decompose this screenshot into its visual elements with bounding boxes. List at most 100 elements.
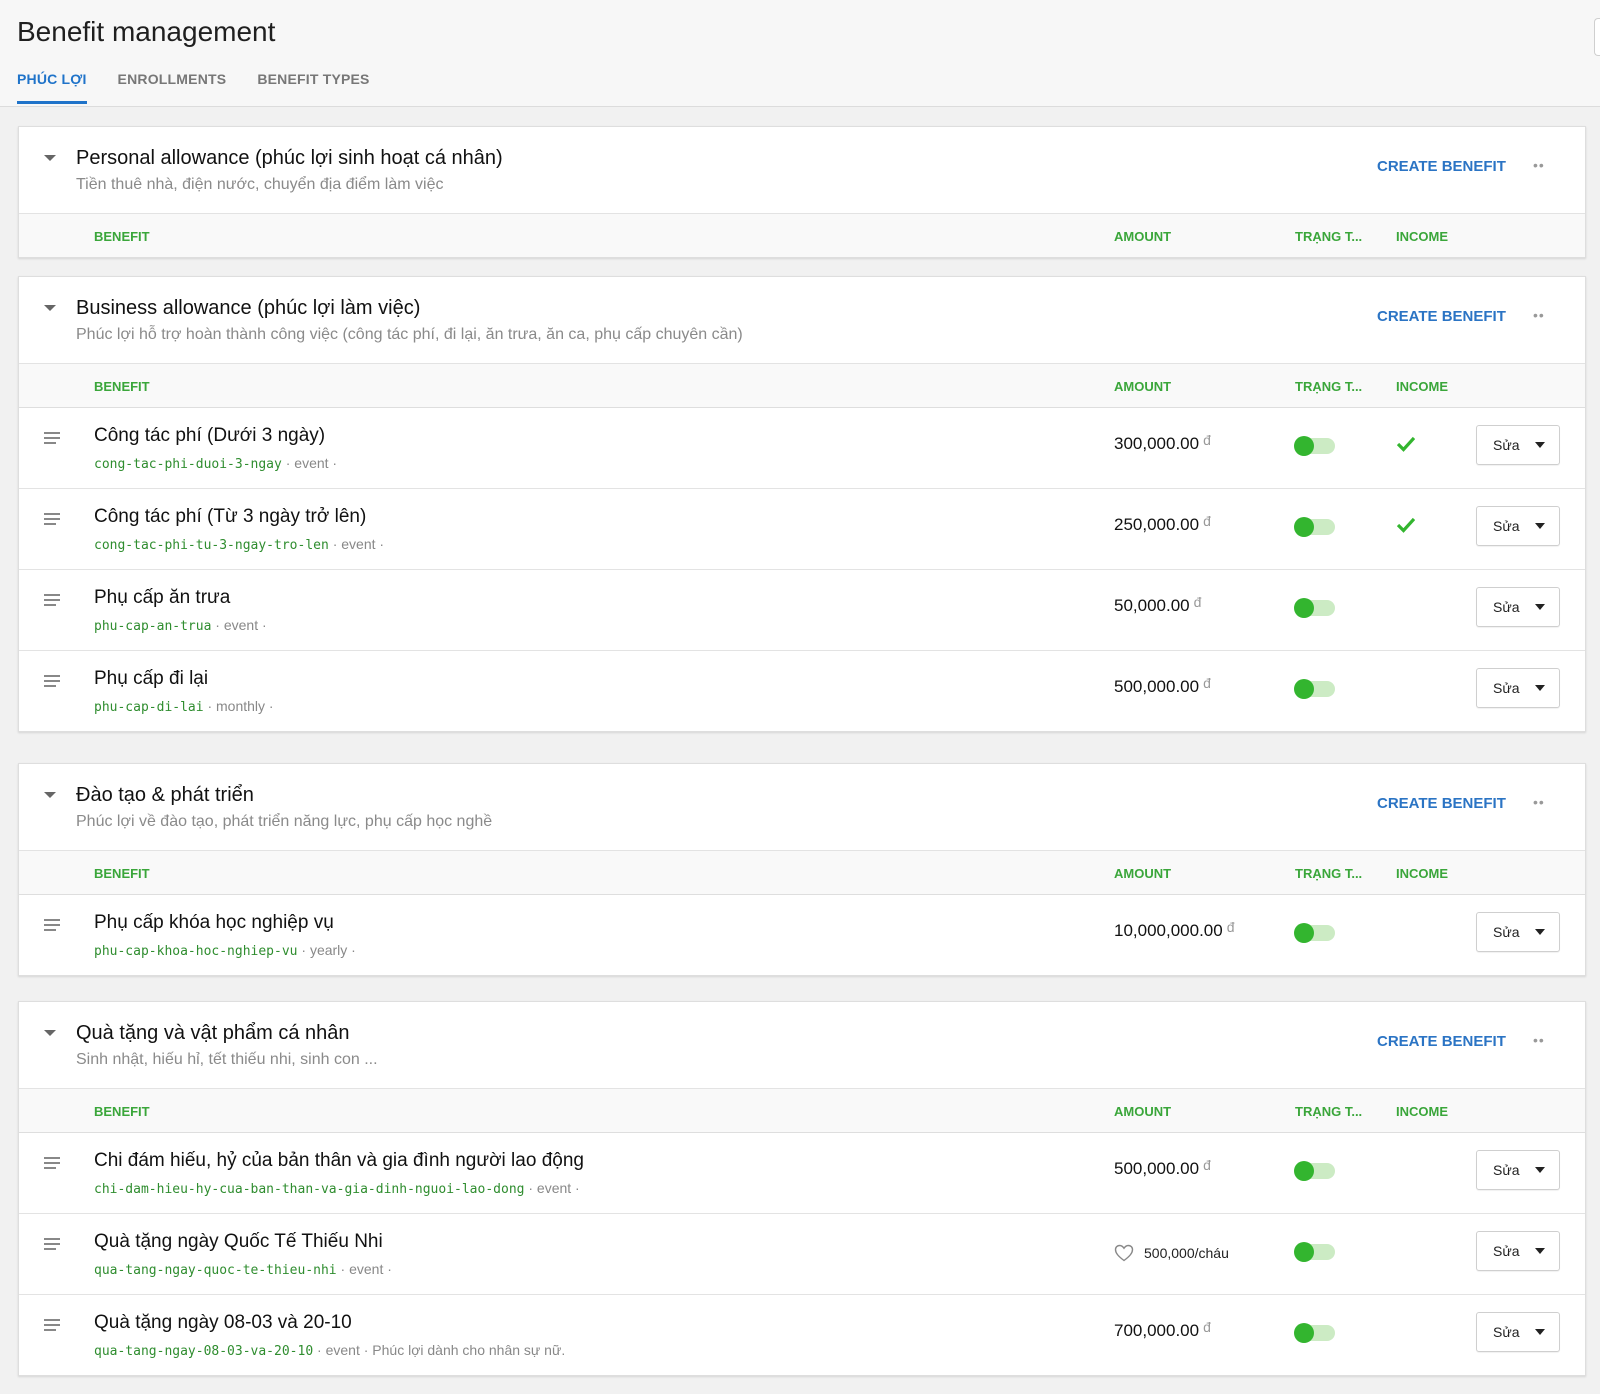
- edit-button[interactable]: Sửa: [1476, 912, 1560, 952]
- drag-handle-icon[interactable]: [44, 432, 60, 444]
- collapse-caret-icon[interactable]: [44, 155, 56, 161]
- column-benefit: BENEFIT: [94, 229, 150, 244]
- benefit-group-personal-allowance: Personal allowance (phúc lợi sinh hoạt c…: [18, 126, 1586, 258]
- status-toggle[interactable]: [1294, 517, 1335, 537]
- drag-handle-icon[interactable]: [44, 1319, 60, 1331]
- status-toggle[interactable]: [1294, 1161, 1335, 1181]
- benefit-meta: phu-cap-di-lai · monthly ·: [94, 698, 274, 715]
- edit-button[interactable]: Sửa: [1476, 587, 1560, 627]
- edit-button[interactable]: Sửa: [1476, 425, 1560, 465]
- more-options-icon[interactable]: ••: [1533, 307, 1545, 323]
- status-toggle[interactable]: [1294, 598, 1335, 618]
- benefit-row: Chi đám hiếu, hỷ của bản thân và gia đìn…: [19, 1132, 1585, 1213]
- drag-handle-icon[interactable]: [44, 513, 60, 525]
- group-title: Business allowance (phúc lợi làm việc): [76, 297, 421, 319]
- edit-button[interactable]: Sửa: [1476, 506, 1560, 546]
- column-benefit: BENEFIT: [94, 866, 150, 881]
- more-options-icon[interactable]: ••: [1533, 157, 1545, 173]
- dropdown-caret-icon: [1534, 523, 1545, 529]
- tab-benefit-types[interactable]: BENEFIT TYPES: [257, 66, 369, 103]
- status-toggle[interactable]: [1294, 923, 1335, 943]
- drag-handle-icon[interactable]: [44, 594, 60, 606]
- tab-enrollments[interactable]: ENROLLMENTS: [118, 66, 227, 103]
- benefit-name: Quà tặng ngày Quốc Tế Thiếu Nhi: [94, 1231, 383, 1252]
- benefit-amount: 500,000.00 đ: [1114, 1157, 1211, 1178]
- benefit-row: Phụ cấp đi lại phu-cap-di-lai · monthly …: [19, 650, 1585, 731]
- create-benefit-button[interactable]: CREATE BENEFIT: [1377, 1033, 1506, 1050]
- benefit-amount: 10,000,000.00 đ: [1114, 919, 1235, 940]
- benefit-row: Quà tặng ngày Quốc Tế Thiếu Nhi qua-tang…: [19, 1213, 1585, 1294]
- benefit-frequency: · monthly ·: [203, 698, 274, 714]
- create-benefit-button[interactable]: CREATE BENEFIT: [1377, 795, 1506, 812]
- status-toggle[interactable]: [1294, 1323, 1335, 1343]
- group-description: Sinh nhật, hiếu hỉ, tết thiếu nhi, sinh …: [76, 1051, 378, 1068]
- benefit-name: Phụ cấp đi lại: [94, 668, 209, 689]
- status-toggle[interactable]: [1294, 679, 1335, 699]
- more-options-icon[interactable]: ••: [1533, 794, 1545, 810]
- tab-phuc-loi[interactable]: PHÚC LỢI: [17, 66, 87, 104]
- group-title: Personal allowance (phúc lợi sinh hoạt c…: [76, 147, 503, 169]
- benefit-name: Công tác phí (Từ 3 ngày trở lên): [94, 506, 367, 527]
- benefit-meta: chi-dam-hieu-hy-cua-ban-than-va-gia-dinh…: [94, 1180, 580, 1197]
- collapse-caret-icon[interactable]: [44, 305, 56, 311]
- drag-handle-icon[interactable]: [44, 1157, 60, 1169]
- benefit-amount-per-child: 500,000/cháu: [1114, 1244, 1229, 1262]
- column-status: TRẠNG T...: [1295, 1104, 1363, 1119]
- more-options-icon[interactable]: ••: [1533, 1032, 1545, 1048]
- dropdown-caret-icon: [1534, 442, 1545, 448]
- group-description: Phúc lợi hỗ trợ hoàn thành công việc (cô…: [76, 326, 743, 343]
- benefit-frequency: · yearly ·: [297, 942, 356, 958]
- group-title: Quà tặng và vật phẩm cá nhân: [76, 1022, 350, 1044]
- group-description: Tiền thuê nhà, điện nước, chuyển địa điể…: [76, 176, 444, 193]
- status-toggle[interactable]: [1294, 1242, 1335, 1262]
- dropdown-caret-icon: [1534, 1248, 1545, 1254]
- benefit-row: Quà tặng ngày 08-03 và 20-10 qua-tang-ng…: [19, 1294, 1585, 1375]
- benefit-meta: phu-cap-khoa-hoc-nghiep-vu · yearly ·: [94, 942, 356, 959]
- benefit-frequency: · event ·: [524, 1180, 580, 1196]
- edit-button[interactable]: Sửa: [1476, 1312, 1560, 1352]
- benefit-meta: phu-cap-an-trua · event ·: [94, 617, 267, 634]
- edit-button[interactable]: Sửa: [1476, 1150, 1560, 1190]
- drag-handle-icon[interactable]: [44, 919, 60, 931]
- benefit-name: Chi đám hiếu, hỷ của bản thân và gia đìn…: [94, 1150, 584, 1171]
- benefit-slug: phu-cap-di-lai: [94, 700, 204, 715]
- group-description: Phúc lợi về đào tạo, phát triển năng lực…: [76, 813, 493, 830]
- benefit-row: Phụ cấp khóa học nghiệp vụ phu-cap-khoa-…: [19, 894, 1585, 975]
- create-benefit-button[interactable]: CREATE BENEFIT: [1377, 158, 1506, 175]
- drag-handle-icon[interactable]: [44, 675, 60, 687]
- column-amount: AMOUNT: [1114, 1104, 1172, 1119]
- benefit-name: Phụ cấp ăn trưa: [94, 587, 231, 608]
- benefit-slug: phu-cap-an-trua: [94, 619, 212, 634]
- income-check-icon: [1397, 436, 1415, 452]
- collapse-caret-icon[interactable]: [44, 792, 56, 798]
- benefit-amount: 250,000.00 đ: [1114, 513, 1211, 534]
- status-toggle[interactable]: [1294, 436, 1335, 456]
- currency-symbol: đ: [1226, 919, 1235, 935]
- column-benefit: BENEFIT: [94, 379, 150, 394]
- benefit-row: Công tác phí (Từ 3 ngày trở lên) cong-ta…: [19, 488, 1585, 569]
- benefit-slug: phu-cap-khoa-hoc-nghiep-vu: [94, 944, 298, 959]
- collapse-caret-icon[interactable]: [44, 1030, 56, 1036]
- benefit-meta: cong-tac-phi-duoi-3-ngay · event ·: [94, 455, 337, 472]
- benefit-name: Quà tặng ngày 08-03 và 20-10: [94, 1312, 352, 1333]
- benefit-row: Công tác phí (Dưới 3 ngày) cong-tac-phi-…: [19, 407, 1585, 488]
- currency-symbol: đ: [1203, 513, 1211, 529]
- currency-symbol: đ: [1203, 675, 1211, 691]
- column-income: INCOME: [1396, 1104, 1448, 1119]
- benefit-meta: qua-tang-ngay-08-03-va-20-10 · event · P…: [94, 1342, 565, 1359]
- drag-handle-icon[interactable]: [44, 1238, 60, 1250]
- tab-bar: PHÚC LỢI ENROLLMENTS BENEFIT TYPES: [17, 66, 401, 104]
- column-benefit: BENEFIT: [94, 1104, 150, 1119]
- create-benefit-button[interactable]: CREATE BENEFIT: [1377, 308, 1506, 325]
- column-header-row: BENEFIT AMOUNT TRẠNG T... INCOME: [19, 851, 1585, 894]
- header-action-button[interactable]: [1594, 18, 1600, 56]
- benefit-meta: qua-tang-ngay-quoc-te-thieu-nhi · event …: [94, 1261, 392, 1278]
- column-status: TRẠNG T...: [1295, 866, 1363, 881]
- benefit-frequency: · event ·: [211, 617, 267, 633]
- currency-symbol: đ: [1203, 432, 1211, 448]
- group-header: Quà tặng và vật phẩm cá nhân Sinh nhật, …: [19, 1002, 1585, 1089]
- edit-button[interactable]: Sửa: [1476, 668, 1560, 708]
- edit-button[interactable]: Sửa: [1476, 1231, 1560, 1271]
- group-header: Personal allowance (phúc lợi sinh hoạt c…: [19, 127, 1585, 214]
- income-check-icon: [1397, 517, 1415, 533]
